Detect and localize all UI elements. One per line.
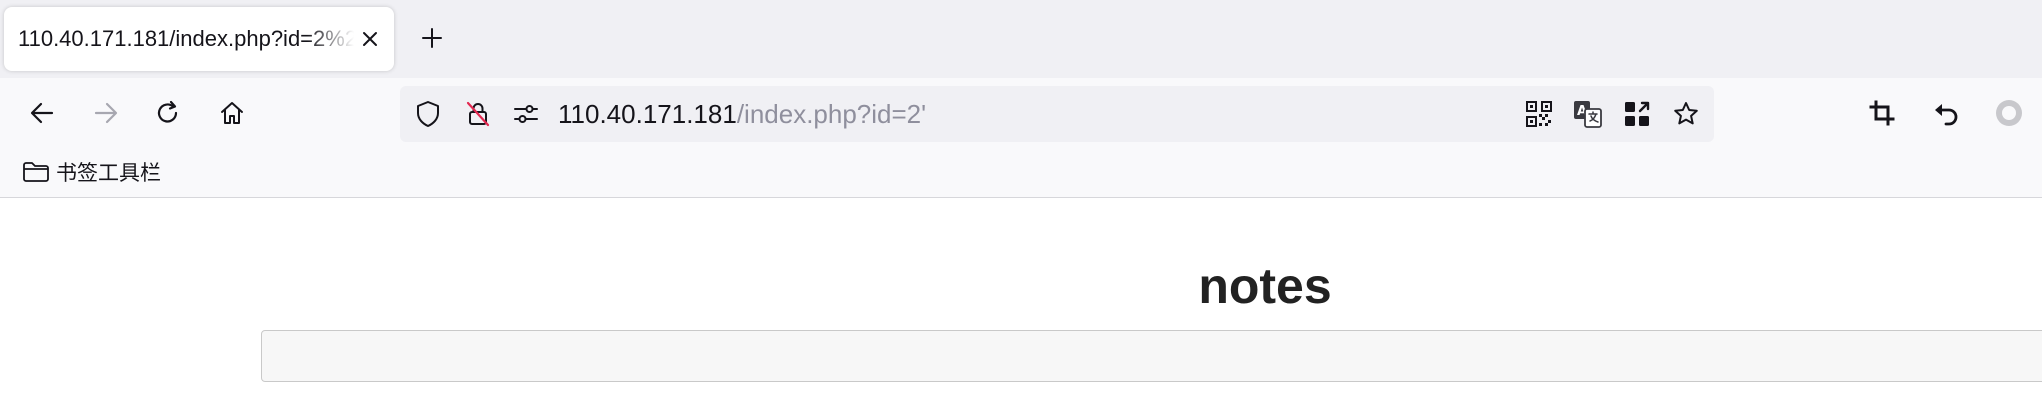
home-icon	[221, 102, 243, 124]
folder-icon	[23, 162, 49, 182]
url-text[interactable]: 110.40.171.181/index.php?id=2'	[558, 86, 926, 142]
close-icon[interactable]	[358, 27, 382, 51]
forward-arrow-icon	[94, 102, 118, 124]
translate-icon[interactable]: A	[1573, 99, 1603, 129]
bookmarks-toolbar: 书签工具栏	[0, 148, 2042, 198]
bookmarks-folder[interactable]: 书签工具栏	[22, 157, 161, 187]
notes-box	[261, 330, 2042, 382]
apps-grid-icon[interactable]	[1622, 99, 1652, 129]
home-button[interactable]	[214, 95, 250, 131]
permissions-icon[interactable]	[511, 99, 541, 129]
tab-strip: 110.40.171.181/index.php?id=2%27	[0, 0, 2042, 78]
crop-icon	[1869, 100, 1895, 126]
reload-button[interactable]	[150, 95, 186, 131]
profile-circle-icon	[1996, 100, 2022, 126]
page-title: notes	[1198, 258, 1332, 314]
undo-arrow-icon	[1935, 104, 1958, 126]
tab-title: 110.40.171.181/index.php?id=2%27	[18, 26, 354, 51]
url-bar[interactable]: 110.40.171.181/index.php?id=2' A	[400, 86, 1714, 142]
new-tab-button[interactable]	[418, 24, 446, 52]
bookmark-star-icon[interactable]	[1671, 99, 1701, 129]
shield-icon[interactable]	[413, 99, 443, 129]
reload-icon	[157, 100, 178, 123]
qr-code-icon[interactable]	[1524, 99, 1554, 129]
forward-button[interactable]	[88, 95, 124, 131]
url-host: 110.40.171.181	[558, 99, 737, 129]
bookmarks-folder-label: 书签工具栏	[56, 162, 161, 185]
insecure-lock-icon[interactable]	[463, 99, 493, 129]
screenshot-crop-button[interactable]	[1864, 95, 1900, 131]
back-button[interactable]	[24, 95, 60, 131]
account-button[interactable]	[1991, 95, 2027, 131]
undo-button[interactable]	[1928, 95, 1964, 131]
navigation-toolbar: 110.40.171.181/index.php?id=2' A	[0, 78, 2042, 148]
plus-icon	[422, 28, 442, 48]
url-path: /index.php?id=2'	[736, 99, 927, 129]
back-arrow-icon	[30, 102, 54, 124]
active-tab[interactable]: 110.40.171.181/index.php?id=2%27	[4, 7, 394, 71]
